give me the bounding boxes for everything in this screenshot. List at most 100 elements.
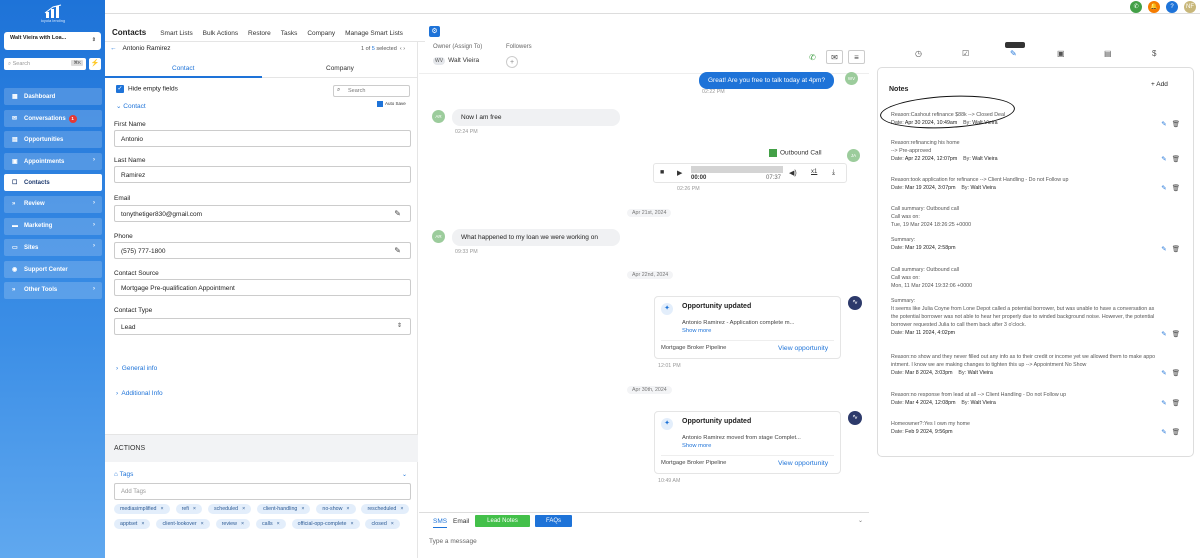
tag-chip[interactable]: client-handling × xyxy=(257,504,311,514)
close-icon[interactable]: × xyxy=(141,521,144,527)
field-search-input[interactable]: ⌕ Search xyxy=(333,85,410,97)
email-field[interactable]: tonythetiger830@gmail.com ✎ xyxy=(114,205,411,222)
chevron-left-icon[interactable]: ‹ xyxy=(400,46,402,52)
phone-icon[interactable]: ✆ xyxy=(804,51,821,65)
contact-source-field[interactable]: Mortgage Pre-qualification Appointment xyxy=(114,279,411,296)
pencil-icon[interactable]: ✎ xyxy=(394,209,401,218)
close-icon[interactable]: × xyxy=(277,521,280,527)
document-icon[interactable]: ▤ xyxy=(1104,49,1112,58)
view-opportunity-link[interactable]: View opportunity xyxy=(778,345,828,352)
add-tags-input[interactable]: Add Tags xyxy=(114,483,411,500)
close-icon[interactable]: × xyxy=(193,506,196,512)
tab-company[interactable]: Company xyxy=(307,24,335,37)
autosave-toggle[interactable]: Auto Save xyxy=(377,101,406,107)
play-icon[interactable]: ▶ xyxy=(677,169,682,177)
trash-icon[interactable]: 🗑 xyxy=(1172,121,1180,128)
calendar-icon[interactable]: ▣ xyxy=(1057,49,1065,58)
sidebar-item-review[interactable]: » Review › xyxy=(4,195,102,213)
tasks-check-icon[interactable]: ☑ xyxy=(962,49,969,58)
trash-icon[interactable]: 🗑 xyxy=(1172,246,1180,253)
contact-type-select[interactable]: Lead ⇕ xyxy=(114,318,411,335)
volume-icon[interactable]: ◀) xyxy=(789,169,797,177)
phone-field[interactable]: (575) 777-1800 ✎ xyxy=(114,242,411,259)
notes-pencil-icon[interactable]: ✎ xyxy=(1010,49,1017,58)
phone-icon[interactable]: ✆ xyxy=(1130,1,1143,13)
close-icon[interactable]: × xyxy=(400,506,403,512)
lightning-icon[interactable]: ⚡ xyxy=(89,58,101,70)
chevron-down-icon[interactable]: ⌄ xyxy=(858,517,863,524)
edit-icon[interactable]: ✎ xyxy=(1161,429,1166,436)
edit-icon[interactable]: ✎ xyxy=(1161,331,1166,338)
tab-contact[interactable]: Contact xyxy=(172,65,194,72)
edit-icon[interactable]: ✎ xyxy=(1161,246,1166,253)
close-icon[interactable]: × xyxy=(161,506,164,512)
history-icon[interactable]: ◷ xyxy=(915,49,922,58)
tag-chip[interactable]: rescheduled × xyxy=(361,504,410,514)
sidebar-item-conversations[interactable]: ✉ Conversations 1 xyxy=(4,109,102,127)
sidebar-item-appointments[interactable]: ▣ Appointments › xyxy=(4,152,102,170)
add-follower-icon[interactable]: + xyxy=(506,56,518,68)
trash-icon[interactable]: 🗑 xyxy=(1172,331,1180,338)
playback-speed[interactable]: x1 xyxy=(811,169,817,175)
trash-icon[interactable]: 🗑 xyxy=(1172,400,1180,407)
close-icon[interactable]: × xyxy=(201,521,204,527)
email-icon[interactable]: ✉ xyxy=(826,50,843,64)
tab-restore[interactable]: Restore xyxy=(248,24,271,37)
trash-icon[interactable]: 🗑 xyxy=(1172,185,1180,192)
stop-icon[interactable]: ■ xyxy=(660,169,664,176)
chevron-down-icon[interactable]: ⌄ xyxy=(402,471,407,478)
first-name-field[interactable]: Antonio xyxy=(114,130,411,147)
close-icon[interactable]: × xyxy=(301,506,304,512)
show-more-link[interactable]: Show more xyxy=(682,328,711,334)
sidebar-item-support-center[interactable]: ◉ Support Center xyxy=(4,260,102,278)
close-icon[interactable]: × xyxy=(391,521,394,527)
tag-chip[interactable]: closed × xyxy=(365,518,400,529)
edit-icon[interactable]: ✎ xyxy=(1161,185,1166,192)
sidebar-item-marketing[interactable]: ▬ Marketing › xyxy=(4,217,102,235)
account-switcher[interactable]: Walt Vieira with Loa... ⇕ xyxy=(4,32,101,50)
dollar-icon[interactable]: $ xyxy=(1152,49,1156,58)
tag-chip[interactable]: calls × xyxy=(256,518,286,529)
close-icon[interactable]: × xyxy=(242,506,245,512)
tab-sms[interactable]: SMS xyxy=(433,518,448,528)
tab-bulk-actions[interactable]: Bulk Actions xyxy=(203,24,238,37)
tab-email[interactable]: Email xyxy=(453,518,469,525)
tag-chip[interactable]: official-opp-complete × xyxy=(291,518,360,529)
sidebar-item-dashboard[interactable]: ▦ Dashboard xyxy=(4,88,102,105)
faqs-button[interactable]: FAQs xyxy=(535,515,572,527)
sidebar-item-opportunities[interactable]: ▤ Opportunities xyxy=(4,131,102,149)
message-input[interactable]: Type a message xyxy=(429,538,477,545)
edit-icon[interactable]: ✎ xyxy=(1161,121,1166,128)
edit-icon[interactable]: ✎ xyxy=(1161,370,1166,377)
trash-icon[interactable]: 🗑 xyxy=(1172,156,1180,163)
close-icon[interactable]: × xyxy=(346,506,349,512)
sidebar-item-contacts[interactable]: ☐ Contacts xyxy=(4,174,102,192)
checkbox-checked-icon[interactable] xyxy=(377,101,383,107)
tag-chip[interactable]: apptset × xyxy=(114,518,151,529)
view-opportunity-link[interactable]: View opportunity xyxy=(778,460,828,467)
show-more-link[interactable]: Show more xyxy=(682,443,711,449)
add-note-button[interactable]: + Add xyxy=(1151,81,1168,88)
sidebar-item-sites[interactable]: ▭ Sites › xyxy=(4,239,102,257)
sidebar-item-other-tools[interactable]: » Other Tools › xyxy=(4,282,102,300)
tag-chip[interactable]: mediasimplified × xyxy=(114,504,170,514)
close-icon[interactable]: × xyxy=(241,521,244,527)
back-arrow-icon[interactable]: ← xyxy=(110,45,117,52)
edit-icon[interactable]: ✎ xyxy=(1161,156,1166,163)
tab-manage-smart-lists[interactable]: Manage Smart Lists xyxy=(345,24,403,37)
contact-section-header[interactable]: ⌄ Contact xyxy=(116,102,146,110)
tag-chip[interactable]: client-lookover × xyxy=(156,518,210,529)
tab-company-info[interactable]: Company xyxy=(326,65,354,72)
pencil-icon[interactable]: ✎ xyxy=(394,246,401,255)
owner-select[interactable]: WV Walt Vieira xyxy=(433,57,488,65)
tag-chip[interactable]: refi × xyxy=(175,504,203,514)
general-info-section[interactable]: › General info xyxy=(116,365,157,372)
close-icon[interactable]: × xyxy=(350,521,353,527)
tab-tasks[interactable]: Tasks xyxy=(281,24,298,37)
chevron-right-icon[interactable]: › xyxy=(403,46,405,52)
help-icon[interactable]: ? xyxy=(1166,1,1179,13)
trash-icon[interactable]: 🗑 xyxy=(1172,370,1180,377)
checkbox-checked-icon[interactable]: ✓ xyxy=(116,85,124,93)
lead-notes-button[interactable]: Lead Notes xyxy=(475,515,530,527)
tag-chip[interactable]: scheduled × xyxy=(207,504,252,514)
